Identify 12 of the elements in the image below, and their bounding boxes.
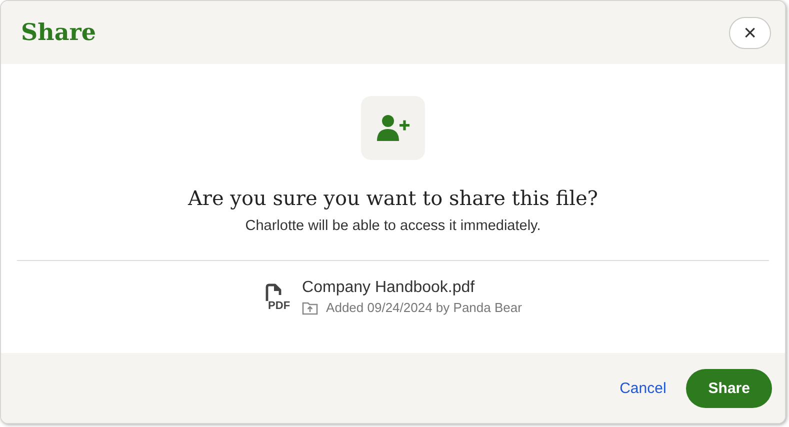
file-name: Company Handbook.pdf: [302, 279, 476, 297]
confirm-heading: Are you sure you want to share this file?: [188, 186, 598, 210]
confirm-message: Charlotte will be able to access it immediately.: [245, 218, 541, 234]
document-icon: [264, 282, 282, 302]
share-button[interactable]: Share: [686, 368, 772, 408]
dialog-title: Share: [21, 19, 96, 46]
close-button[interactable]: ×: [729, 16, 771, 48]
file-meta: Added 09/24/2024 by Panda Bear: [326, 300, 522, 315]
folder-upload-icon: [302, 300, 318, 314]
cancel-button[interactable]: Cancel: [616, 376, 670, 400]
file-type-label: PDF: [268, 300, 290, 312]
add-user-icon: [361, 96, 425, 160]
